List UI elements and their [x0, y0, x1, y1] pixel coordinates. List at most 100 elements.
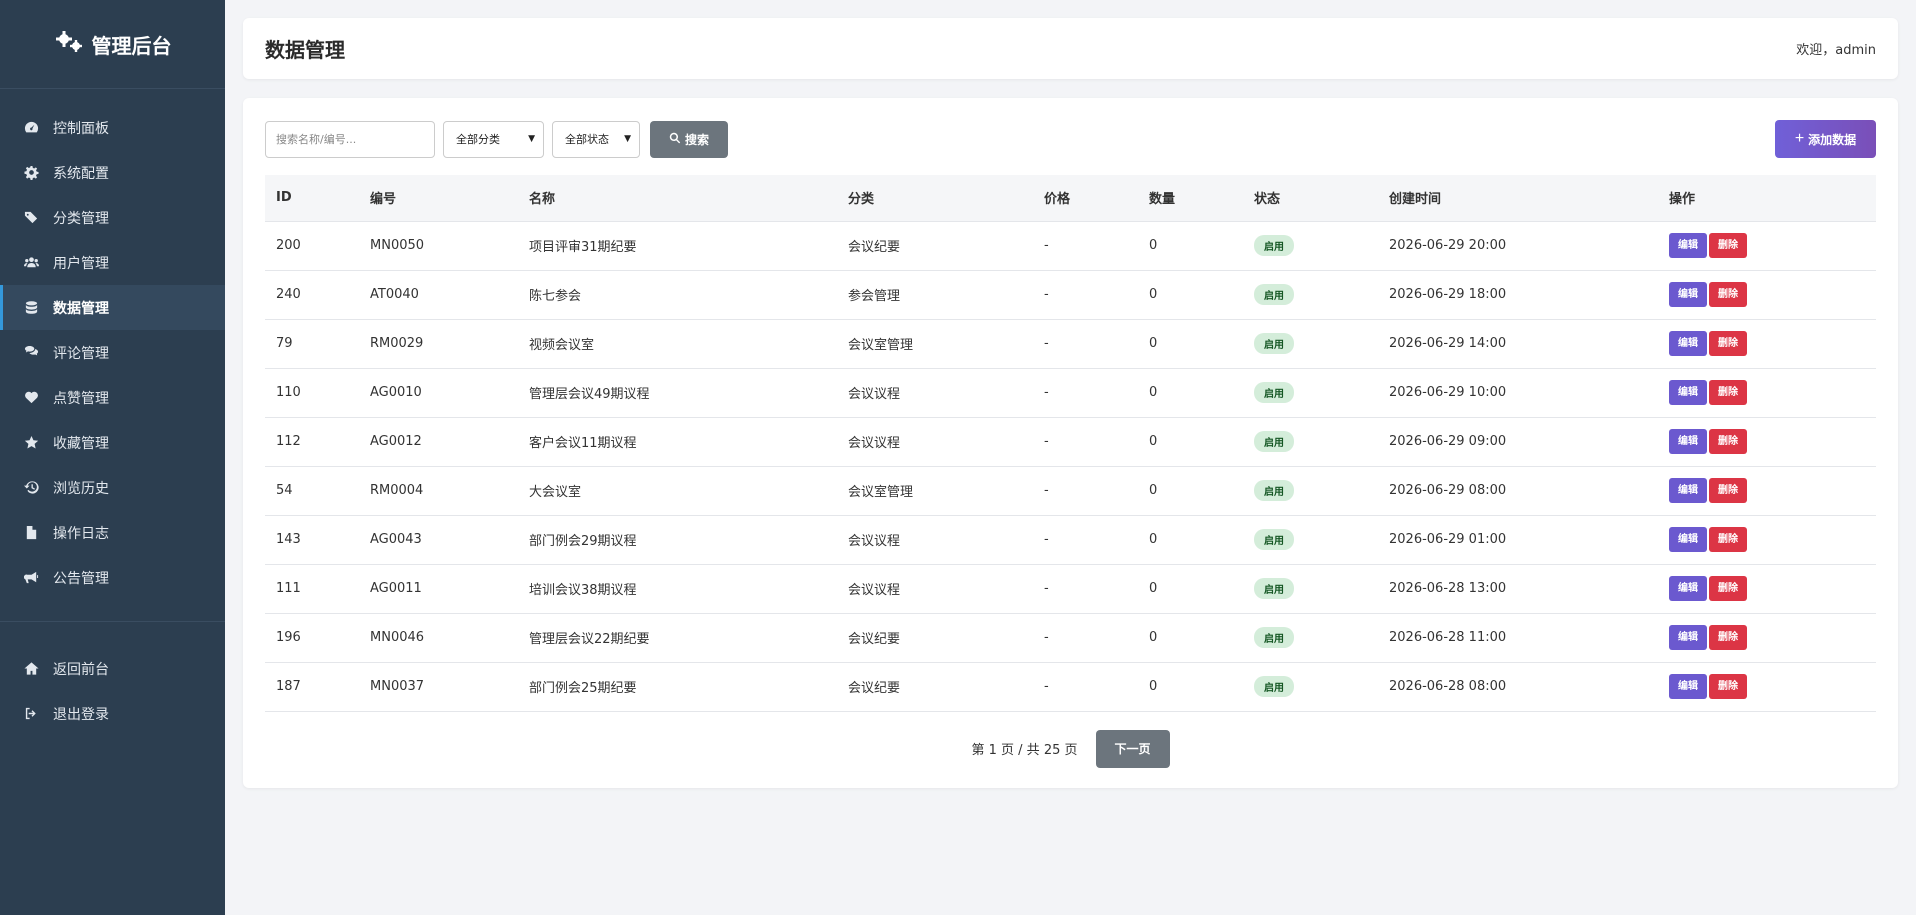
next-page-button[interactable]: 下一页 — [1095, 729, 1170, 768]
cell-price: - — [1033, 465, 1138, 515]
sidebar-item-comments[interactable]: 评论管理 — [0, 330, 225, 375]
cell-actions: 编辑 删除 — [1658, 367, 1876, 417]
cell-quantity: 0 — [1138, 367, 1243, 417]
sidebar-item-label: 评论管理 — [53, 345, 109, 362]
status-select-value: 全部状态 — [565, 133, 609, 146]
cell-quantity: 0 — [1138, 661, 1243, 712]
delete-button[interactable]: 删除 — [1709, 233, 1747, 258]
cell-id: 112 — [265, 416, 359, 466]
sidebar-item-system-config[interactable]: 系统配置 — [0, 150, 225, 195]
cell-created: 2026-06-29 14:00 — [1378, 318, 1658, 368]
status-badge: 启用 — [1254, 627, 1294, 648]
cell-price: - — [1033, 563, 1138, 613]
history-icon — [22, 479, 40, 497]
cell-quantity: 0 — [1138, 563, 1243, 613]
sidebar-item-label: 分类管理 — [53, 210, 109, 227]
edit-button[interactable]: 编辑 — [1669, 282, 1707, 307]
cell-created: 2026-06-29 10:00 — [1378, 367, 1658, 417]
status-badge: 启用 — [1254, 382, 1294, 403]
sidebar-divider — [0, 621, 225, 622]
cell-created: 2026-06-29 18:00 — [1378, 269, 1658, 319]
cell-status: 启用 — [1243, 563, 1378, 613]
cell-category: 会议纪要 — [837, 612, 1033, 662]
cell-category: 会议议程 — [837, 514, 1033, 564]
sidebar-item-label: 用户管理 — [53, 255, 109, 272]
cell-created: 2026-06-29 08:00 — [1378, 465, 1658, 515]
edit-button[interactable]: 编辑 — [1669, 380, 1707, 405]
cell-code: MN0046 — [359, 612, 518, 662]
delete-button[interactable]: 删除 — [1709, 429, 1747, 454]
status-badge: 启用 — [1254, 480, 1294, 501]
delete-button[interactable]: 删除 — [1709, 478, 1747, 503]
sidebar-item-data[interactable]: 数据管理 — [0, 285, 225, 330]
cell-id: 79 — [265, 318, 359, 368]
cell-price: - — [1033, 269, 1138, 319]
delete-button[interactable]: 删除 — [1709, 282, 1747, 307]
sidebar-item-home[interactable]: 返回前台 — [0, 646, 225, 691]
cell-code: MN0050 — [359, 220, 518, 270]
edit-button[interactable]: 编辑 — [1669, 576, 1707, 601]
cell-category: 会议纪要 — [837, 220, 1033, 270]
cell-created: 2026-06-28 11:00 — [1378, 612, 1658, 662]
cell-name: 项目评审31期纪要 — [518, 220, 837, 270]
delete-button[interactable]: 删除 — [1709, 625, 1747, 650]
edit-button[interactable]: 编辑 — [1669, 233, 1707, 258]
cell-status: 启用 — [1243, 220, 1378, 270]
sidebar-item-history[interactable]: 浏览历史 — [0, 465, 225, 510]
cell-quantity: 0 — [1138, 612, 1243, 662]
status-badge: 启用 — [1254, 431, 1294, 452]
cell-actions: 编辑 删除 — [1658, 612, 1876, 662]
cell-code: RM0004 — [359, 465, 518, 515]
cell-actions: 编辑 删除 — [1658, 563, 1876, 613]
column-header: 价格 — [1044, 192, 1071, 208]
sidebar-item-dashboard[interactable]: 控制面板 — [0, 105, 225, 150]
table-row: 112 AG0012 客户会议11期议程 会议议程 -0 启用 2026-06-29 09:… — [265, 416, 1876, 466]
sidebar-item-favorites[interactable]: 收藏管理 — [0, 420, 225, 465]
sidebar-item-category[interactable]: 分类管理 — [0, 195, 225, 240]
delete-button[interactable]: 删除 — [1709, 331, 1747, 356]
add-data-button[interactable]: + 添加数据 — [1775, 120, 1876, 158]
sidebar-item-logs[interactable]: 操作日志 — [0, 510, 225, 555]
table-row: 187 MN0037 部门例会25期纪要 会议纪要 -0 启用 2026-06-28 08:… — [265, 661, 1876, 712]
edit-button[interactable]: 编辑 — [1669, 331, 1707, 356]
cell-id: 54 — [265, 465, 359, 515]
delete-button[interactable]: 删除 — [1709, 380, 1747, 405]
column-header: 分类 — [848, 192, 875, 208]
sidebar-item-label: 公告管理 — [53, 570, 109, 587]
cell-name: 部门例会25期纪要 — [518, 661, 837, 712]
column-header: 名称 — [529, 192, 556, 208]
status-badge: 启用 — [1254, 333, 1294, 354]
delete-button[interactable]: 删除 — [1709, 674, 1747, 699]
plus-icon: + — [1794, 130, 1805, 147]
file-icon — [22, 524, 40, 542]
sidebar-item-users[interactable]: 用户管理 — [0, 240, 225, 285]
logout-icon — [22, 705, 40, 723]
delete-button[interactable]: 删除 — [1709, 527, 1747, 552]
edit-button[interactable]: 编辑 — [1669, 429, 1707, 454]
edit-button[interactable]: 编辑 — [1669, 527, 1707, 552]
search-button[interactable]: 搜索 — [650, 120, 728, 158]
edit-button[interactable]: 编辑 — [1669, 625, 1707, 650]
users-icon — [22, 254, 40, 272]
edit-button[interactable]: 编辑 — [1669, 674, 1707, 699]
sidebar-item-likes[interactable]: 点赞管理 — [0, 375, 225, 420]
cell-quantity: 0 — [1138, 416, 1243, 466]
cell-created: 2026-06-29 01:00 — [1378, 514, 1658, 564]
home-icon — [22, 660, 40, 678]
cell-quantity: 0 — [1138, 514, 1243, 564]
delete-button[interactable]: 删除 — [1709, 576, 1747, 601]
cell-category: 会议纪要 — [837, 661, 1033, 712]
edit-button[interactable]: 编辑 — [1669, 478, 1707, 503]
sidebar-item-logout[interactable]: 退出登录 — [0, 691, 225, 736]
cell-category: 会议议程 — [837, 367, 1033, 417]
cell-code: MN0037 — [359, 661, 518, 712]
cell-created: 2026-06-28 13:00 — [1378, 563, 1658, 613]
cell-code: AG0010 — [359, 367, 518, 417]
sidebar-item-announcements[interactable]: 公告管理 — [0, 555, 225, 600]
category-select[interactable]: 全部分类 ▼ — [443, 120, 544, 158]
search-input[interactable] — [265, 120, 435, 158]
cell-name: 管理层会议49期议程 — [518, 367, 837, 417]
status-select[interactable]: 全部状态 ▼ — [552, 120, 640, 158]
cell-code: AT0040 — [359, 269, 518, 319]
table-row: 143 AG0043 部门例会29期议程 会议议程 -0 启用 2026-06-29 01:… — [265, 514, 1876, 564]
